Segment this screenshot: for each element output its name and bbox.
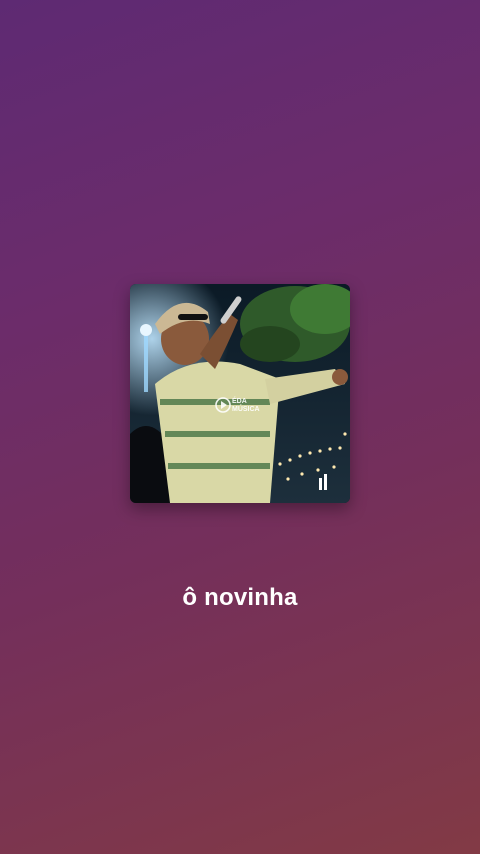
svg-text:MÚSICA: MÚSICA xyxy=(232,404,260,413)
player-screen: ÉDA MÚSICA ô novinha xyxy=(0,0,480,854)
album-cover[interactable]: ÉDA MÚSICA xyxy=(130,284,350,503)
svg-text:ÉDA: ÉDA xyxy=(232,396,247,405)
album-art-image: ÉDA MÚSICA xyxy=(130,284,350,503)
track-title: ô novinha xyxy=(182,584,298,611)
